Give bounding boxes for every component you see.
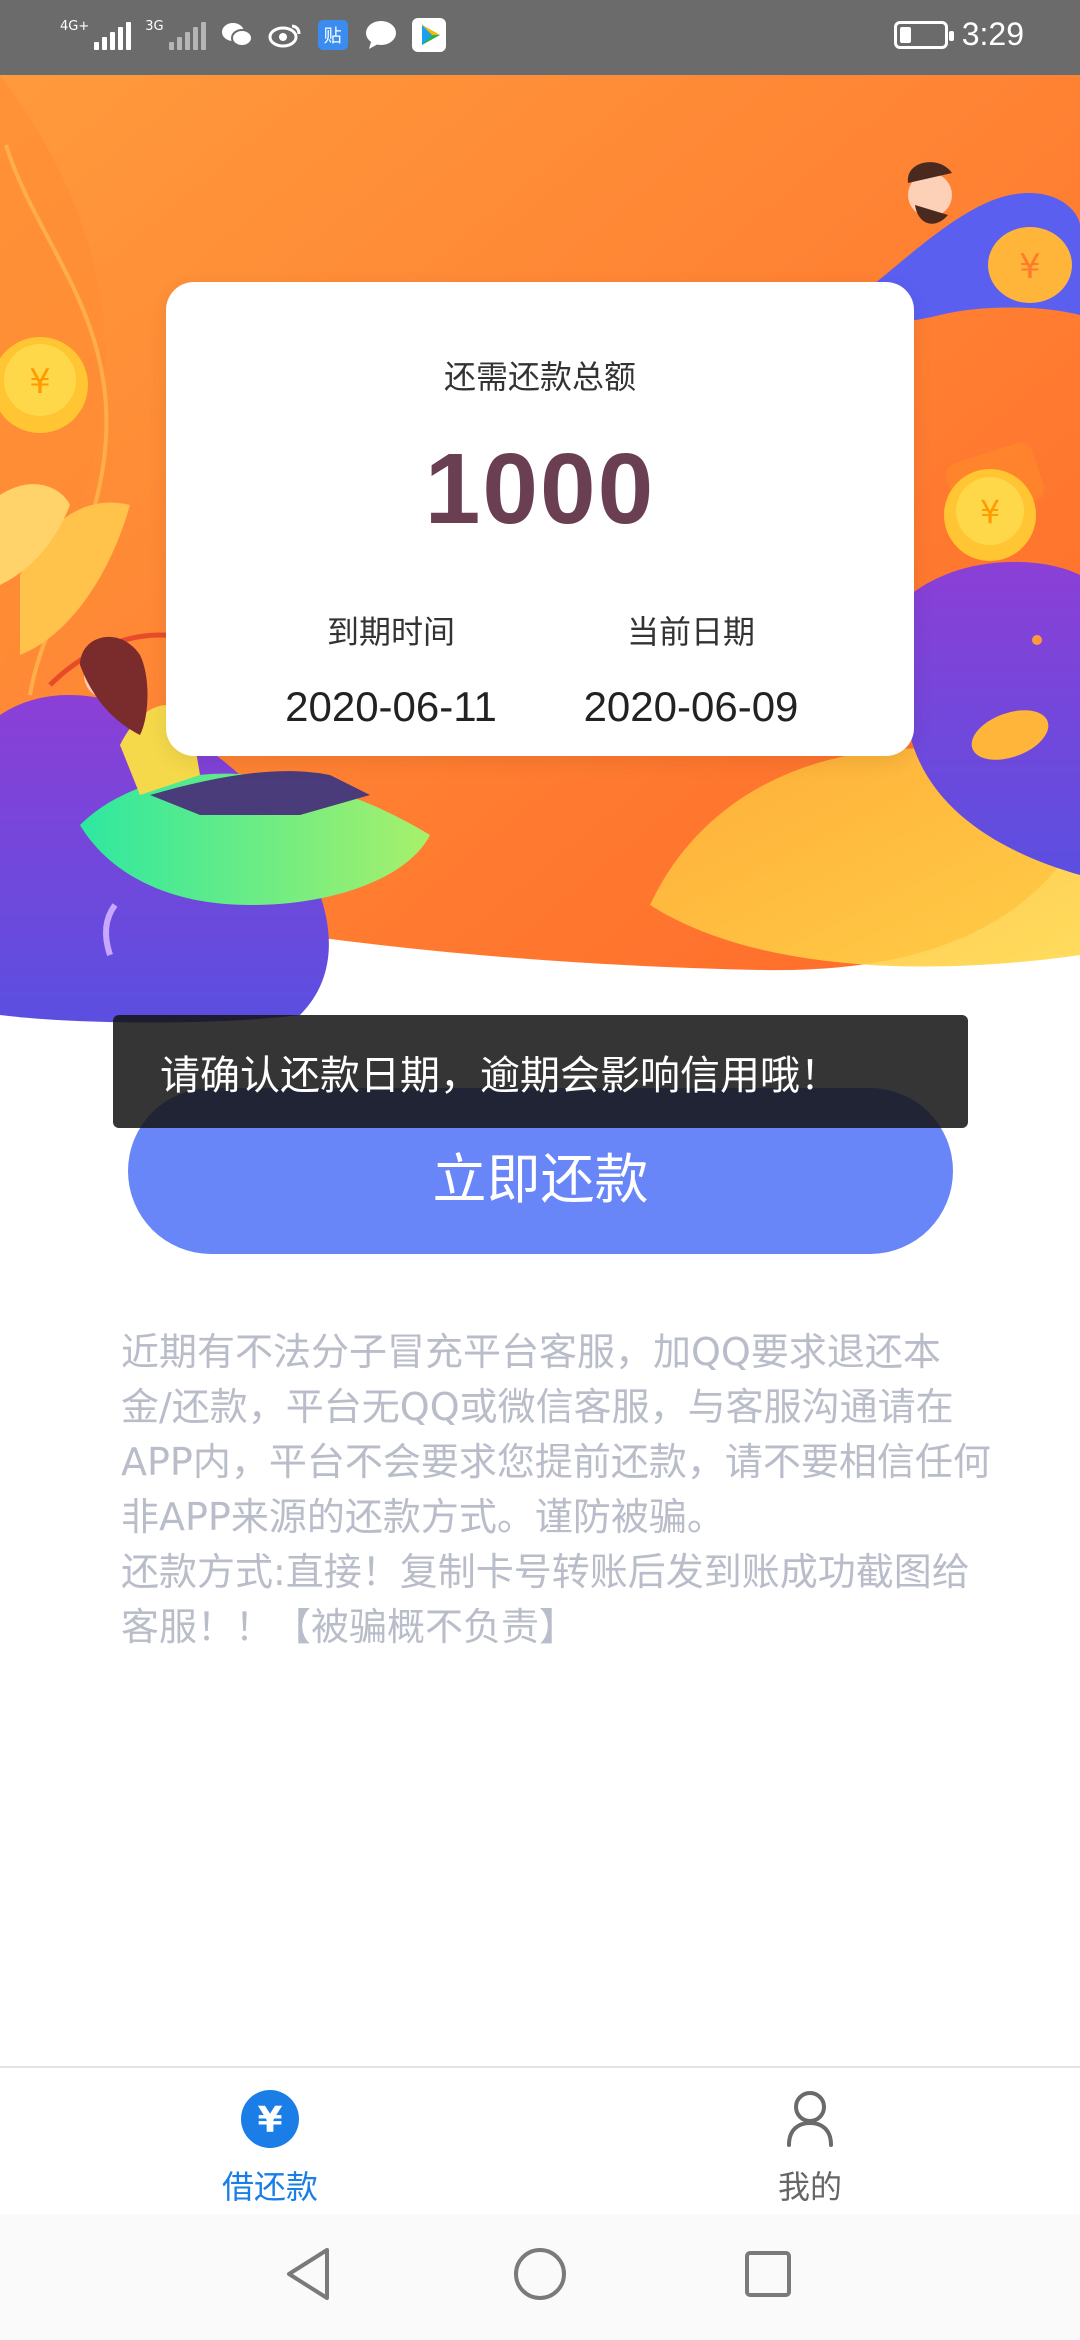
network-type-label-2: 3G [145,19,164,34]
svg-text:¥: ¥ [1019,247,1041,287]
toast-message: 请确认还款日期，逾期会影响信用哦！ [113,1015,968,1128]
message-icon [364,18,398,52]
notice-paragraph-1: 近期有不法分子冒充平台客服，加QQ要求退还本金/还款，平台无QQ或微信客服，与客… [121,1330,991,1539]
tab-borrow-repay-label: 借还款 [221,2168,318,2206]
repayment-summary-card: 还需还款总额 1000 到期时间 2020-06-11 当前日期 2020-06… [166,282,914,756]
network-type-label: 4G+ [60,19,90,34]
due-date-block: 到期时间 2020-06-11 [241,607,541,731]
tieba-icon: 贴 [316,18,350,52]
tieba-label: 贴 [323,26,342,47]
recents-nav-icon[interactable] [738,2244,798,2304]
yuan-icon: ¥ [239,2088,301,2150]
wechat-icon [220,18,254,52]
svg-text:¥: ¥ [29,362,51,402]
weibo-icon [268,18,302,52]
system-navigation-bar [0,2214,1080,2340]
cellular-signal-icon: 4G+ [60,19,132,50]
status-bar: 4G+ 3G 贴 3:29 [0,0,1080,75]
battery-icon [893,20,954,49]
due-label: 到期时间 [326,613,455,651]
svg-text:¥: ¥ [980,493,1000,531]
bottom-tab-bar: ¥ 借还款 我的 [0,2066,1080,2214]
due-date: 2020-06-11 [285,683,497,730]
back-nav-icon[interactable] [278,2244,338,2304]
status-time: 3:29 [961,16,1024,52]
user-icon [779,2088,841,2150]
current-date: 2020-06-09 [583,683,799,730]
tab-mine-label: 我的 [777,2168,842,2206]
tab-mine[interactable]: 我的 [540,2068,1080,2216]
svg-text:¥: ¥ [257,2100,282,2141]
notice-paragraph-2: 还款方式:直接！复制卡号转账后发到账成功截图给客服！！【被骗概不负责】 [121,1550,970,1649]
current-label: 当前日期 [626,613,755,651]
current-date-block: 当前日期 2020-06-09 [541,607,841,731]
total-amount: 1000 [424,433,656,545]
home-nav-icon[interactable] [510,2244,570,2304]
fraud-warning-notice: 近期有不法分子冒充平台客服，加QQ要求退还本金/还款，平台无QQ或微信客服，与客… [121,1325,991,1655]
cellular-signal-2-icon: 3G [145,19,206,50]
total-label: 还需还款总额 [443,358,636,396]
tab-borrow-repay[interactable]: ¥ 借还款 [0,2068,540,2216]
video-app-icon [411,18,446,52]
